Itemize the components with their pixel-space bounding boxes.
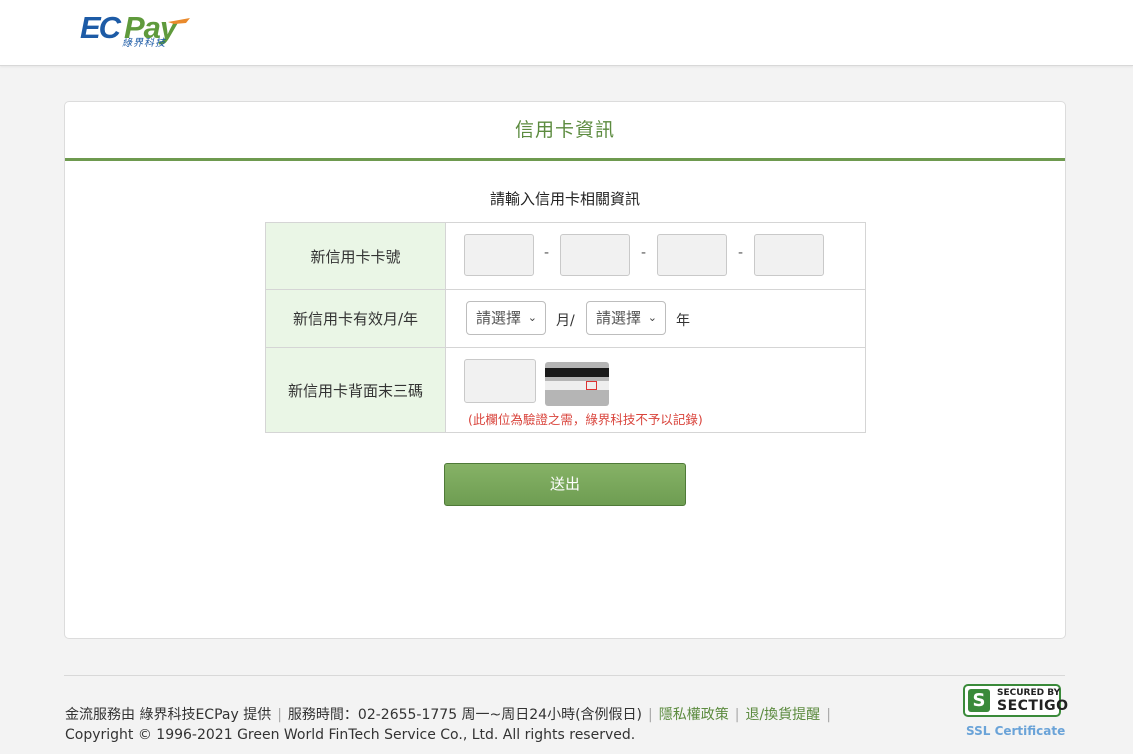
ecpay-logo[interactable]: EC Pay 綠界科技: [80, 10, 195, 50]
logo-swoosh-icon: [168, 18, 190, 24]
card-number-row: 新信用卡卡號 - - -: [265, 222, 866, 290]
badge-line2: SECTIGO: [997, 698, 1069, 714]
card-number-label: 新信用卡卡號: [265, 222, 446, 290]
footer-info: 金流服務由 綠界科技ECPay 提供 | 服務時間：02-2655-1775 周一~…: [65, 704, 837, 724]
sectigo-shield-icon: S: [968, 689, 990, 712]
logo-subtitle: 綠界科技: [122, 38, 166, 49]
submit-button[interactable]: 送出: [444, 463, 686, 506]
chevron-down-icon: ⌄: [647, 311, 657, 324]
card-number-separator: -: [641, 245, 647, 261]
expiry-month-value: 請選擇: [476, 309, 522, 327]
panel-title: 信用卡資訊: [65, 102, 1065, 161]
card-number-input-4[interactable]: [754, 234, 824, 276]
card-number-input-2[interactable]: [560, 234, 630, 276]
month-unit: 月/: [556, 313, 575, 329]
expiry-row: 新信用卡有效月/年 請選擇 ⌄ 月/ 請選擇 ⌄ 年: [265, 289, 866, 348]
year-unit: 年: [676, 313, 690, 329]
expiry-fields: 請選擇 ⌄ 月/ 請選擇 ⌄ 年: [445, 289, 866, 348]
logo-ec-text: EC: [80, 10, 121, 45]
footer-provider: 金流服務由 綠界科技ECPay 提供: [65, 707, 272, 723]
badge-line1: SECURED BY: [997, 688, 1061, 698]
cvv-label: 新信用卡背面末三碼: [265, 347, 446, 433]
return-notice-link[interactable]: 退/換貨提醒: [745, 707, 820, 723]
expiry-label: 新信用卡有效月/年: [265, 289, 446, 348]
footer-divider: [64, 675, 1065, 676]
card-number-input-1[interactable]: [464, 234, 534, 276]
credit-card-panel: 信用卡資訊 請輸入信用卡相關資訊 新信用卡卡號 - - - 新信用卡有效月/年 …: [64, 101, 1066, 639]
chevron-down-icon: ⌄: [527, 311, 537, 324]
cvv-input[interactable]: [464, 359, 536, 403]
card-back-icon: [545, 362, 609, 406]
footer-separator: |: [734, 707, 740, 723]
card-number-fields: - - -: [445, 222, 866, 290]
card-number-input-3[interactable]: [657, 234, 727, 276]
footer-separator: |: [648, 707, 653, 723]
cvv-note: (此欄位為驗證之需，綠界科技不予以記錄): [468, 412, 703, 427]
privacy-policy-link[interactable]: 隱私權政策: [659, 707, 729, 723]
expiry-month-select[interactable]: 請選擇 ⌄: [466, 301, 546, 335]
card-number-separator: -: [544, 245, 550, 261]
expiry-year-select[interactable]: 請選擇 ⌄: [586, 301, 666, 335]
cvv-row: 新信用卡背面末三碼 (此欄位為驗證之需，綠界科技不予以記錄): [265, 347, 866, 433]
sectigo-badge[interactable]: S SECURED BY SECTIGO: [963, 684, 1068, 717]
ssl-caption: SSL Certificate: [966, 724, 1066, 738]
expiry-year-value: 請選擇: [596, 309, 642, 327]
form-prompt: 請輸入信用卡相關資訊: [489, 190, 640, 208]
footer-copyright: Copyright © 1996-2021 Green World FinTec…: [65, 727, 636, 743]
footer-separator: |: [826, 707, 831, 723]
top-header: EC Pay 綠界科技: [0, 0, 1133, 66]
footer-hours: 服務時間：02-2655-1775 周一~周日24小時(含例假日): [287, 707, 643, 723]
cvv-fields: (此欄位為驗證之需，綠界科技不予以記錄): [445, 347, 866, 433]
card-number-separator: -: [738, 245, 744, 261]
credit-card-form: 新信用卡卡號 - - - 新信用卡有效月/年 請選擇 ⌄ 月/ 請選擇 ⌄ 年 …: [265, 222, 866, 433]
footer-separator: |: [277, 707, 282, 723]
